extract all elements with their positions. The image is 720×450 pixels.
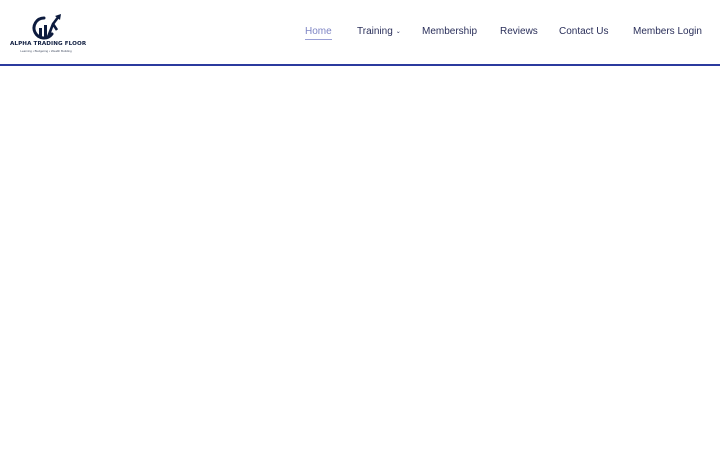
- nav-item-training[interactable]: Training ⌄: [357, 25, 401, 39]
- chevron-down-icon: ⌄: [395, 29, 401, 35]
- brand-tagline: Learning • Budgeting • Wealth Building: [20, 49, 72, 53]
- page: ALPHA TRADING FLOOR Learning • Budgeting…: [0, 0, 720, 450]
- nav-item-members-login[interactable]: Members Login: [633, 25, 702, 39]
- brand-name: ALPHA TRADING FLOOR: [10, 41, 87, 47]
- nav-item-reviews[interactable]: Reviews: [500, 25, 538, 39]
- nav-item-contact-us[interactable]: Contact Us: [559, 25, 608, 39]
- nav-item-home[interactable]: Home: [305, 25, 332, 40]
- main-content: [0, 66, 720, 450]
- nav-item-label: Training: [357, 26, 393, 37]
- bar-chart-arrow-icon: [32, 14, 61, 40]
- site-logo[interactable]: ALPHA TRADING FLOOR Learning • Budgeting…: [10, 14, 87, 56]
- site-header: ALPHA TRADING FLOOR Learning • Budgeting…: [0, 0, 720, 66]
- nav-item-membership[interactable]: Membership: [422, 25, 477, 39]
